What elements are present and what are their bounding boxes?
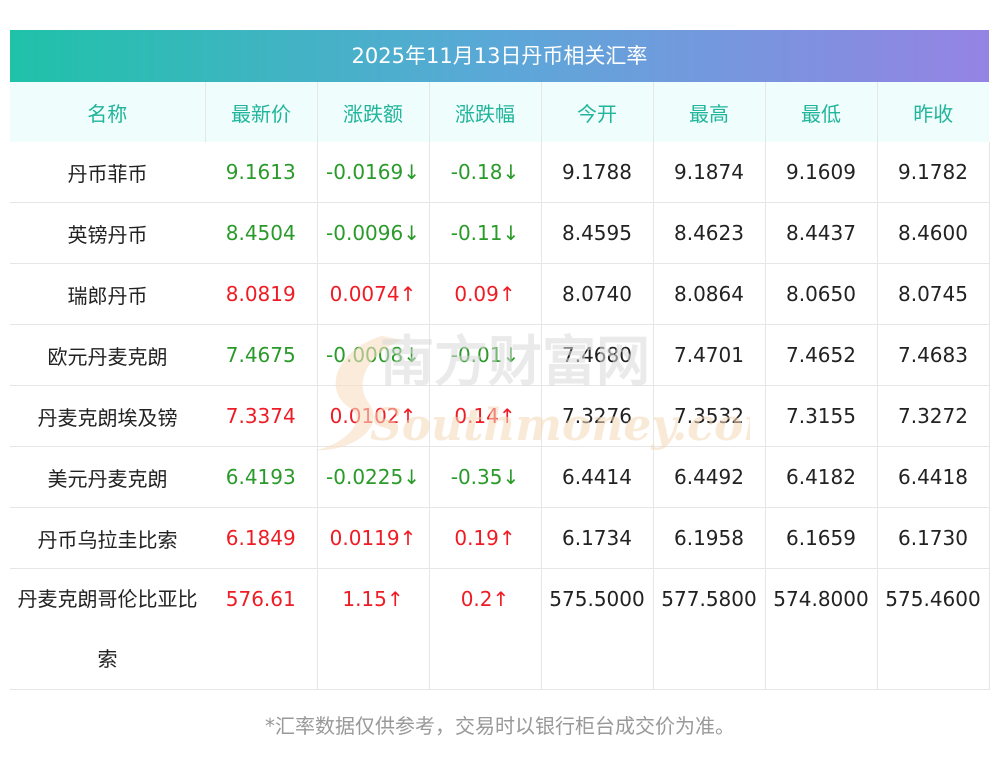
high-price: 6.4492 (653, 446, 766, 508)
high-price: 7.3532 (653, 385, 766, 447)
table-header-row: 名称 最新价 涨跌额 涨跌幅 今开 最高 最低 昨收 (10, 82, 989, 142)
pair-name: 美元丹麦克朗 (10, 446, 205, 508)
pair-name: 丹麦克朗哥伦比亚比索 (10, 568, 205, 690)
table-row: 欧元丹麦克朗 7.4675 -0.0008↓ -0.01↓ 7.4680 7.4… (10, 324, 990, 386)
exchange-rate-table: 名称 最新价 涨跌额 涨跌幅 今开 最高 最低 昨收 丹币菲币 9.1613 -… (10, 82, 990, 690)
pair-name: 英镑丹币 (10, 202, 205, 264)
column-header-low: 最低 (765, 82, 878, 142)
prev-close-price: 9.1782 (877, 142, 990, 203)
low-price: 574.8000 (765, 568, 878, 690)
prev-close-price: 7.4683 (877, 324, 990, 386)
low-price: 6.4182 (765, 446, 878, 508)
prev-close-price: 7.3272 (877, 385, 990, 447)
latest-price: 7.4675 (205, 324, 318, 386)
change-amount: 0.0074↑ (317, 263, 430, 325)
open-price: 6.1734 (541, 507, 654, 569)
low-price: 7.4652 (765, 324, 878, 386)
change-percent: -0.01↓ (429, 324, 542, 386)
table-row: 英镑丹币 8.4504 -0.0096↓ -0.11↓ 8.4595 8.462… (10, 202, 990, 264)
prev-close-price: 8.0745 (877, 263, 990, 325)
high-price: 8.0864 (653, 263, 766, 325)
open-price: 8.4595 (541, 202, 654, 264)
column-header-change: 涨跌额 (317, 82, 430, 142)
column-header-change-pct: 涨跌幅 (429, 82, 542, 142)
open-price: 7.3276 (541, 385, 654, 447)
change-amount: -0.0225↓ (317, 446, 430, 508)
column-header-name: 名称 (10, 82, 206, 142)
disclaimer-note: *汇率数据仅供参考，交易时以银行柜台成交价为准。 (265, 714, 735, 738)
column-header-open: 今开 (541, 82, 654, 142)
change-amount: 0.0102↑ (317, 385, 430, 447)
open-price: 575.5000 (541, 568, 654, 690)
prev-close-price: 6.1730 (877, 507, 990, 569)
latest-price: 6.4193 (205, 446, 318, 508)
change-percent: -0.11↓ (429, 202, 542, 264)
latest-price: 8.4504 (205, 202, 318, 264)
open-price: 8.0740 (541, 263, 654, 325)
open-price: 6.4414 (541, 446, 654, 508)
column-header-prev-close: 昨收 (877, 82, 989, 142)
table-row: 美元丹麦克朗 6.4193 -0.0225↓ -0.35↓ 6.4414 6.4… (10, 446, 990, 508)
pair-name: 丹币乌拉圭比索 (10, 507, 205, 569)
column-header-latest: 最新价 (205, 82, 318, 142)
high-price: 577.5800 (653, 568, 766, 690)
low-price: 6.1659 (765, 507, 878, 569)
high-price: 9.1874 (653, 142, 766, 203)
prev-close-price: 8.4600 (877, 202, 990, 264)
pair-name: 瑞郎丹币 (10, 263, 205, 325)
column-header-high: 最高 (653, 82, 766, 142)
change-percent: 0.2↑ (429, 568, 542, 690)
change-amount: -0.0008↓ (317, 324, 430, 386)
low-price: 8.0650 (765, 263, 878, 325)
table-title: 2025年11月13日丹币相关汇率 (10, 30, 989, 82)
change-amount: 0.0119↑ (317, 507, 430, 569)
table-row: 瑞郎丹币 8.0819 0.0074↑ 0.09↑ 8.0740 8.0864 … (10, 263, 990, 325)
table-row: 丹麦克朗哥伦比亚比索 576.61 1.15↑ 0.2↑ 575.5000 57… (10, 568, 990, 690)
low-price: 7.3155 (765, 385, 878, 447)
latest-price: 7.3374 (205, 385, 318, 447)
change-amount: -0.0096↓ (317, 202, 430, 264)
latest-price: 6.1849 (205, 507, 318, 569)
open-price: 7.4680 (541, 324, 654, 386)
change-amount: -0.0169↓ (317, 142, 430, 203)
pair-name: 丹币菲币 (10, 142, 205, 203)
change-percent: 0.14↑ (429, 385, 542, 447)
low-price: 9.1609 (765, 142, 878, 203)
pair-name: 欧元丹麦克朗 (10, 324, 205, 386)
table-row: 丹币乌拉圭比索 6.1849 0.0119↑ 0.19↑ 6.1734 6.19… (10, 507, 990, 569)
high-price: 7.4701 (653, 324, 766, 386)
pair-name: 丹麦克朗埃及镑 (10, 385, 205, 447)
high-price: 6.1958 (653, 507, 766, 569)
latest-price: 576.61 (205, 568, 318, 690)
high-price: 8.4623 (653, 202, 766, 264)
prev-close-price: 6.4418 (877, 446, 990, 508)
latest-price: 8.0819 (205, 263, 318, 325)
latest-price: 9.1613 (205, 142, 318, 203)
table-row: 丹币菲币 9.1613 -0.0169↓ -0.18↓ 9.1788 9.187… (10, 142, 990, 203)
change-amount: 1.15↑ (317, 568, 430, 690)
prev-close-price: 575.4600 (877, 568, 990, 690)
low-price: 8.4437 (765, 202, 878, 264)
change-percent: -0.35↓ (429, 446, 542, 508)
change-percent: -0.18↓ (429, 142, 542, 203)
table-row: 丹麦克朗埃及镑 7.3374 0.0102↑ 0.14↑ 7.3276 7.35… (10, 385, 990, 447)
change-percent: 0.09↑ (429, 263, 542, 325)
change-percent: 0.19↑ (429, 507, 542, 569)
open-price: 9.1788 (541, 142, 654, 203)
